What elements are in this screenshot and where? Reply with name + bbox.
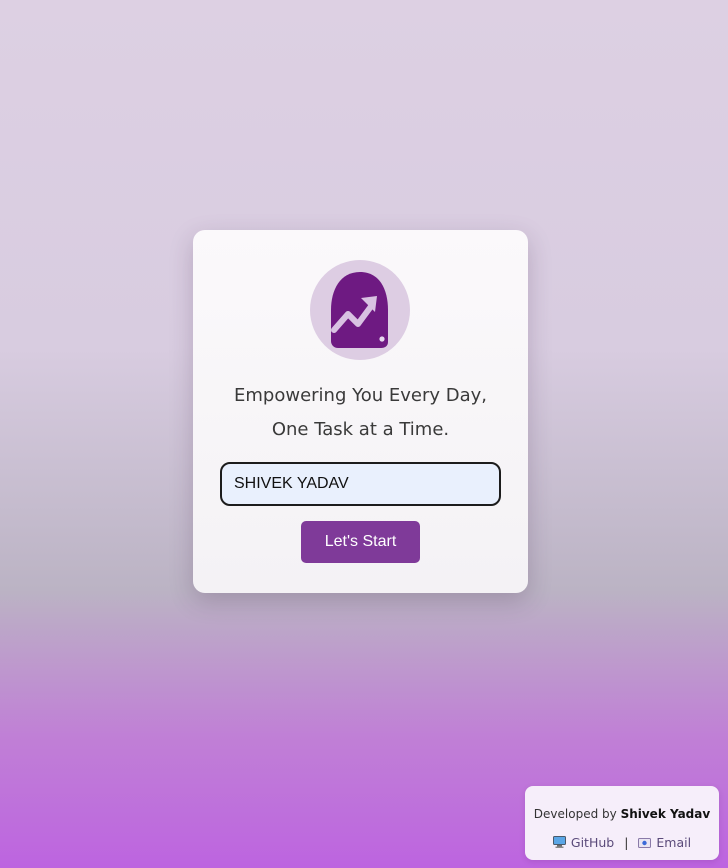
- email-icon: [638, 838, 652, 848]
- lets-start-button[interactable]: Let's Start: [301, 521, 420, 563]
- app-logo: [310, 260, 410, 360]
- tagline-line-1: Empowering You Every Day,: [234, 385, 487, 406]
- name-input[interactable]: [220, 462, 501, 506]
- developer-credit: Developed by Shivek Yadav: [525, 807, 719, 821]
- computer-icon: [552, 836, 566, 848]
- link-separator: |: [624, 835, 629, 850]
- email-label: Email: [656, 835, 692, 850]
- developer-name: Shivek Yadav: [620, 807, 711, 821]
- start-card: Empowering You Every Day, One Task at a …: [193, 230, 528, 593]
- developed-by-prefix: Developed by: [533, 807, 617, 821]
- footer-links: GitHub | Email: [525, 835, 719, 850]
- tagline-line-2: One Task at a Time.: [271, 419, 450, 440]
- developer-footer: Developed by Shivek Yadav GitHub | Email: [525, 786, 719, 860]
- email-link[interactable]: Email: [634, 835, 691, 850]
- growth-chart-icon: [331, 272, 388, 348]
- github-label: GitHub: [570, 835, 615, 850]
- github-link[interactable]: GitHub: [552, 835, 618, 850]
